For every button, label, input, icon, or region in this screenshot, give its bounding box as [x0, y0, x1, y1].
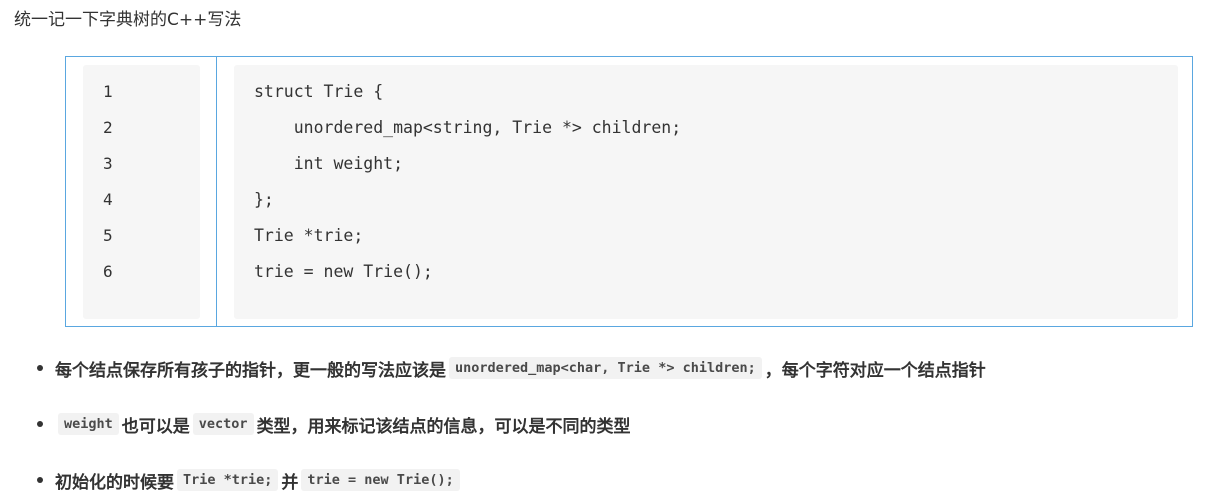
code-line: }; [254, 190, 274, 209]
bullet-text: 每个结点保存所有孩子的指针，更一般的写法应该是 [55, 360, 446, 381]
inline-code: vector [192, 413, 254, 435]
list-item: 初始化的时候要 Trie *trie; 并 trie = new Trie(); [37, 466, 463, 494]
inline-code: Trie *trie; [177, 469, 279, 491]
bullet-text: 初始化的时候要 [55, 472, 174, 493]
bullet-text: 类型，用来标记该结点的信息，可以是不同的类型 [256, 416, 631, 437]
list-item: 每个结点保存所有孩子的指针，更一般的写法应该是 unordered_map<ch… [37, 354, 986, 382]
line-number: 6 [103, 262, 113, 281]
bullet-dot-icon [37, 477, 43, 483]
line-number: 4 [103, 190, 113, 209]
code-line: int weight; [254, 154, 404, 173]
code-block: 1 2 3 4 5 6 struct Trie { unordered_map<… [65, 56, 1193, 327]
line-number-gutter: 1 2 3 4 5 6 [83, 65, 200, 319]
bullet-text: 也可以是 [121, 416, 190, 437]
bullet-dot-icon [37, 365, 43, 371]
code-line: Trie *trie; [254, 226, 364, 245]
bullet-dot-icon [37, 421, 43, 427]
inline-code: trie = new Trie(); [301, 469, 460, 491]
line-number: 3 [103, 154, 113, 173]
line-number: 2 [103, 118, 113, 137]
intro-text: 统一记一下字典树的C++写法 [14, 10, 242, 30]
code-line: struct Trie { [254, 82, 384, 101]
line-number: 1 [103, 82, 113, 101]
inline-code: weight [58, 413, 119, 435]
inline-code: unordered_map<char, Trie *> children; [449, 357, 762, 379]
line-number-column: 1 2 3 4 5 6 [66, 57, 217, 326]
code-line: trie = new Trie(); [254, 262, 433, 281]
code-panel[interactable]: struct Trie { unordered_map<string, Trie… [234, 65, 1178, 319]
line-number: 5 [103, 226, 113, 245]
bullet-text: ，每个字符对应一个结点指针 [764, 360, 986, 381]
bullet-text: 并 [281, 472, 299, 493]
list-item: weight 也可以是 vector 类型，用来标记该结点的信息，可以是不同的类… [37, 410, 631, 438]
code-line: unordered_map<string, Trie *> children; [254, 118, 682, 137]
